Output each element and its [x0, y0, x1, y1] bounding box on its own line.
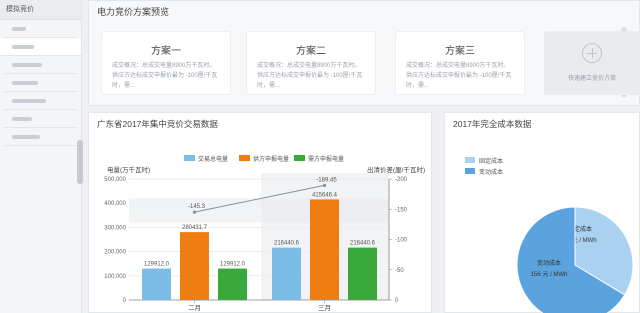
- y-tick-label: 200,000: [104, 250, 126, 256]
- y-tick-label: 300,000: [104, 225, 126, 231]
- bar: [142, 268, 171, 300]
- sidebar-item[interactable]: [4, 128, 77, 146]
- bidding-bar-chart: 交易总电量 供方申报电量 需方申报电量电量(万千瓦时) 出清价差(厘/千瓦时) 0 100…: [104, 155, 425, 312]
- plan-preview-title: 电力竞价方案预览: [97, 7, 170, 17]
- sidebar-item[interactable]: [4, 74, 77, 92]
- sidebar-item[interactable]: [0, 38, 81, 56]
- new-plan-label: 快速建立竞价方案: [567, 76, 616, 82]
- sidebar-scroll-handle[interactable]: [77, 140, 83, 184]
- line-point: [322, 183, 327, 187]
- legend-swatch: [465, 157, 475, 163]
- y-tick-label: 100,000: [104, 274, 126, 280]
- bar-value-label: 280431.7: [182, 225, 208, 231]
- bidding-chart-panel: 广东省2017年集中竞价交易数据 交易总电量 供方申报电量 需方申报电量电量(万千瓦…: [88, 112, 432, 313]
- y2-tick-label: 0: [395, 298, 399, 304]
- pie-slice-value: 156 元 / MWh: [531, 271, 568, 278]
- plan-card-2[interactable]: 方案二 成交概况：总成交电量8900万千瓦时。供应方达标成交申报价最为 -100…: [246, 31, 376, 95]
- y-tick-label: 400,000: [104, 201, 126, 207]
- bar: [218, 268, 247, 300]
- bar-value-label: 129912.0: [144, 262, 170, 268]
- plus-icon: [582, 43, 602, 63]
- line-value-label: -189.45: [316, 177, 337, 183]
- sidebar-item[interactable]: [4, 20, 77, 38]
- y2-axis-title: 出清价差(厘/千瓦时): [367, 165, 425, 174]
- plan-card-desc: 成交概况：总成交电量8900万千瓦时。供应方达标成交申报价最为 -100厘/千瓦…: [112, 63, 218, 89]
- y2-tick-label: -50: [395, 268, 404, 274]
- bar-value-label: 216440.6: [274, 241, 300, 247]
- plan-card-name: 方案二: [296, 46, 326, 57]
- x-tick-label: 二月: [188, 304, 201, 312]
- sidebar-item-label: [12, 80, 38, 85]
- bar-value-label: 415646.4: [312, 192, 338, 198]
- bar: [310, 199, 339, 300]
- plan-card-desc: 成交概况：总成交电量8900万千瓦时。供应方达标成交申报价最为 -100厘/千瓦…: [257, 63, 363, 89]
- cost-panel-title: 2017年完全成本数据: [453, 119, 532, 129]
- bar: [180, 232, 209, 300]
- legend-label: 固定成本: [479, 157, 503, 165]
- y2-tick-label: -200: [395, 177, 408, 183]
- sidebar: 模拟竞价: [0, 0, 83, 313]
- sidebar-item-label: [12, 116, 32, 121]
- cost-panel: 2017年完全成本数据 固定成本 变动成本 固定成本 79 元 / MWh 变动成本 15…: [444, 112, 640, 313]
- y-tick-label: 0: [123, 298, 127, 304]
- legend-label: 需方申报电量: [308, 155, 344, 163]
- sidebar-item-label: [12, 62, 42, 67]
- line-point: [192, 210, 197, 214]
- y-tick-label: 500,000: [104, 177, 126, 183]
- sidebar-item[interactable]: [4, 92, 77, 110]
- line-value-label: -145.3: [188, 204, 206, 210]
- sidebar-item[interactable]: [4, 56, 77, 74]
- legend-swatch: [184, 155, 195, 161]
- bar: [348, 247, 377, 300]
- new-plan-button[interactable]: 快速建立竞价方案: [544, 31, 640, 95]
- bar: [272, 247, 301, 300]
- legend-swatch: [465, 168, 475, 174]
- bar-value-label: 216440.6: [350, 241, 376, 247]
- plan-card-3[interactable]: 方案三 成交概况：总成交电量8900万千瓦时。供应方达标成交申报价最为 -100…: [395, 31, 525, 95]
- sidebar-item[interactable]: [4, 110, 77, 128]
- x-tick-label: 三月: [318, 304, 331, 312]
- plan-card-desc: 成交概况：总成交电量8900万千瓦时。供应方达标成交申报价最为 -100厘/千瓦…: [406, 63, 512, 89]
- y2-tick-label: -150: [395, 207, 408, 213]
- sidebar-item-label: [12, 98, 46, 103]
- legend-label: 交易总电量: [198, 155, 228, 163]
- pie-slice-name: 变动成本: [537, 259, 561, 267]
- chart-panel-title: 广东省2017年集中竞价交易数据: [97, 119, 218, 129]
- sidebar-item-label: [12, 26, 26, 31]
- cost-pie-chart: 固定成本变动成本固定成本79 元 / MWh变动成本156 元 / MWh: [465, 157, 634, 313]
- plan-card-name: 方案三: [445, 46, 475, 57]
- y-axis-title: 电量(万千瓦时): [107, 165, 150, 174]
- plan-preview-panel: 电力竞价方案预览 方案一 成交概况：总成交电量8900万千瓦时。供应方达标成交申…: [88, 0, 640, 106]
- legend-label: 变动成本: [479, 168, 503, 176]
- sidebar-item-label: [12, 44, 34, 49]
- legend-swatch: [294, 155, 305, 161]
- plan-card-name: 方案一: [151, 46, 181, 57]
- sidebar-item-label: [12, 134, 40, 139]
- plan-card-1[interactable]: 方案一 成交概况：总成交电量8900万千瓦时。供应方达标成交申报价最为 -100…: [101, 31, 231, 95]
- legend-label: 供方申报电量: [253, 155, 289, 163]
- y2-tick-label: -100: [395, 238, 408, 244]
- legend-swatch: [239, 155, 250, 161]
- bar-value-label: 129912.0: [220, 262, 246, 268]
- sidebar-title: 模拟竞价: [0, 0, 81, 20]
